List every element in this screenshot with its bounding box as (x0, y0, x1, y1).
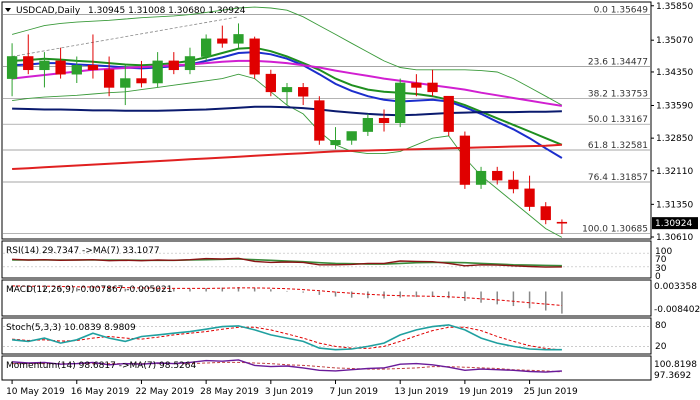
chart-ohlc: 1.30945 1.31008 1.30680 1.30924 (88, 6, 246, 16)
date-tick-label-2: 22 May 2019 (135, 387, 194, 397)
price-tick-label-2: 1.34350 (656, 68, 693, 78)
stoch-level-80: 80 (655, 321, 667, 331)
price-tick-label-8: 1.30610 (656, 233, 693, 243)
date-tick-label-0: 10 May 2019 (6, 387, 65, 397)
momentum-tick-bottom: 97.3692 (654, 371, 691, 381)
stoch-level-20: 20 (655, 342, 667, 352)
chart-canvas: 0.0 1.35649 23.6 1.34477 38.2 1.33753 50.0 … (1, 1, 700, 397)
candle-body-10 (168, 60, 179, 71)
price-tick-label-1: 1.35070 (656, 36, 693, 46)
price-tick-label-6: 1.31350 (656, 200, 693, 210)
candle-body-32 (524, 188, 535, 207)
date-tick-label-1: 16 May 2019 (71, 387, 130, 397)
candle-body-33 (540, 206, 551, 221)
momentum-tick-top: 100.8198 (654, 360, 697, 370)
date-tick-label-7: 19 Jun 2019 (459, 387, 513, 397)
candle-body-26 (427, 82, 438, 93)
fib-label-2: 38.2 1.33753 (588, 89, 648, 99)
candle-body-24 (395, 82, 406, 124)
chart-symbol: USDCAD,Daily (16, 6, 81, 16)
candle-body-7 (120, 78, 131, 88)
candle-body-20 (330, 140, 341, 146)
stoch-label: Stoch(5,3,3) 10.0839 8.9809 (6, 323, 136, 333)
candle-body-30 (492, 170, 503, 181)
candle-body-15 (249, 38, 260, 75)
price-tick-label-0: 1.35850 (656, 2, 693, 12)
candle-body-1 (23, 56, 34, 71)
current-price-label: 1.30924 (655, 219, 692, 229)
main-pane-frame (1, 1, 652, 240)
candle-body-14 (233, 34, 244, 44)
fibonacci-levels: 0.0 1.35649 23.6 1.34477 38.2 1.33753 50.0 … (3, 6, 650, 235)
date-tick-label-3: 28 May 2019 (200, 387, 259, 397)
fib-label-5: 76.4 1.31857 (588, 173, 648, 183)
candle-body-12 (200, 38, 212, 57)
candle-body-29 (475, 170, 487, 185)
price-tick-label-5: 1.32110 (656, 167, 693, 177)
fib-label-4: 61.8 1.32581 (588, 141, 648, 151)
macd-tick-bottom: -0.008402 (654, 305, 700, 315)
candle-body-22 (362, 117, 374, 132)
date-axis: 10 May 2019 16 May 2019 22 May 2019 28 May … (6, 380, 578, 397)
candle-body-2 (39, 60, 50, 71)
date-tick-label-4: 3 Jun 2019 (265, 387, 314, 397)
price-axis: 1.35850 1.35070 1.34350 1.33590 1.32850 1.321… (651, 2, 698, 243)
candle-body-5 (87, 65, 99, 71)
candle-body-21 (346, 131, 357, 141)
moving-average-4 (12, 143, 562, 170)
date-tick-label-6: 13 Jun 2019 (394, 387, 448, 397)
candle-body-16 (265, 73, 276, 93)
candle-body-34 (556, 221, 568, 224)
fib-label-6: 100.0 1.30685 (582, 225, 648, 235)
candle-body-18 (298, 87, 309, 97)
candle-body-27 (443, 95, 454, 132)
candlesticks (6, 23, 568, 234)
candle-body-25 (411, 82, 422, 88)
candle-body-11 (184, 56, 196, 71)
fib-label-3: 50.0 1.33167 (588, 115, 648, 125)
candle-body-28 (459, 135, 471, 185)
candle-body-0 (6, 56, 18, 79)
collapse-arrow-icon[interactable] (5, 8, 11, 12)
fib-label-1: 23.6 1.34477 (588, 57, 648, 67)
candle-body-23 (378, 117, 390, 124)
candle-body-13 (217, 38, 228, 44)
macd-label: MACD(12,26,9) -0.007867 -0.005021 (6, 285, 172, 295)
candle-body-4 (71, 65, 82, 75)
candle-body-8 (136, 78, 147, 84)
date-tick-label-8: 25 Jun 2019 (524, 387, 578, 397)
candle-body-17 (281, 87, 293, 93)
candle-body-9 (152, 60, 163, 84)
candle-body-31 (508, 179, 519, 190)
momentum-label: Momentum(14) 98.6817 ->MA(7) 98.5264 (6, 361, 197, 371)
fib-label-0: 0.0 1.35649 (594, 6, 649, 16)
candle-body-3 (55, 60, 66, 75)
price-tick-label-4: 1.32850 (656, 134, 693, 144)
candle-body-19 (314, 100, 325, 141)
rsi-label: RSI(14) 29.7347 ->MA(7) 33.1077 (6, 246, 160, 256)
rsi-level-0: 0 (655, 272, 661, 282)
bollinger-bands (11, 6, 563, 238)
macd-tick-top: 0.003358 (654, 282, 697, 292)
price-tick-label-3: 1.33590 (656, 101, 693, 111)
candle-body-6 (103, 69, 115, 88)
date-tick-label-5: 7 Jun 2019 (330, 387, 379, 397)
